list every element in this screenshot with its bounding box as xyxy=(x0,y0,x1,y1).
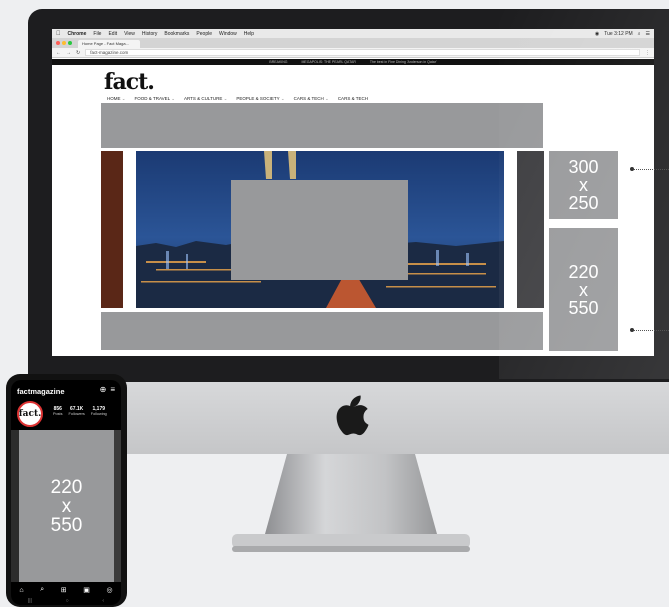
in-content-ad-placeholder[interactable] xyxy=(231,180,408,280)
stat-followers[interactable]: 67.1K Followers xyxy=(69,406,85,416)
sidebar-ad-300x250[interactable]: 300 x 250 xyxy=(549,151,618,219)
site-nav: HOME FOOD & TRAVEL ARTS & CULTURE PEOPLE… xyxy=(107,96,368,102)
mac-menubar:  Chrome File Edit View History Bookmark… xyxy=(52,29,654,38)
stat-following[interactable]: 1,179 Following xyxy=(91,406,107,416)
followers-label: Followers xyxy=(68,412,85,416)
callout-line xyxy=(634,330,669,331)
imac-stand xyxy=(232,454,470,552)
close-window-button[interactable] xyxy=(56,41,60,45)
new-post-icon[interactable]: ⊞ xyxy=(61,586,67,594)
window-controls xyxy=(56,41,72,45)
posts-label: Posts xyxy=(53,412,63,416)
url-field[interactable]: fact-magazine.com xyxy=(85,49,640,56)
app-bottom-nav: ⌂ ⌕ ⊞ ▣ ◎ xyxy=(11,584,121,596)
menu-bookmarks[interactable]: Bookmarks xyxy=(164,31,189,37)
back-icon[interactable]: ‹ xyxy=(102,598,104,604)
menu-people[interactable]: People xyxy=(196,31,212,37)
phone-ad-220x550[interactable]: 220 x 550 xyxy=(19,430,114,582)
back-arrow-icon[interactable]: ← xyxy=(56,50,61,56)
nav-home[interactable]: HOME xyxy=(107,96,126,102)
menu-history[interactable]: History xyxy=(142,31,158,37)
menu-chrome[interactable]: Chrome xyxy=(68,31,87,37)
browser-tab[interactable]: Home Page - Fact Maga... xyxy=(78,40,140,48)
nav-food-travel[interactable]: FOOD & TRAVEL xyxy=(135,96,175,102)
home-icon[interactable]: ⌂ xyxy=(19,587,23,594)
forward-arrow-icon[interactable]: → xyxy=(66,50,71,56)
profile-stats: 856 Posts 67.1K Followers 1,179 Followin… xyxy=(53,406,107,416)
nav-people-society[interactable]: PEOPLE & SOCIETY xyxy=(236,96,284,102)
site-logo[interactable]: fact. xyxy=(104,69,155,95)
menu-edit[interactable]: Edit xyxy=(108,31,117,37)
profile-icon[interactable]: ◎ xyxy=(107,586,113,594)
breaking-label: BREAKING xyxy=(269,60,288,64)
zoom-window-button[interactable] xyxy=(68,41,72,45)
ad-size-label: 220 x 550 xyxy=(568,261,599,318)
home-circle-icon[interactable]: ○ xyxy=(66,598,69,604)
apple-menu-icon[interactable]:  xyxy=(56,31,61,37)
menu-window[interactable]: Window xyxy=(219,31,237,37)
feed-grid-edge xyxy=(114,430,121,582)
breaking-headline[interactable]: MEGAPOLIS: THE PEARL QATAR xyxy=(302,60,356,64)
browser-tabbar: Home Page - Fact Maga... xyxy=(52,38,654,48)
reels-icon[interactable]: ▣ xyxy=(83,586,90,594)
carousel-next-slide[interactable] xyxy=(517,151,544,308)
profile-handle[interactable]: factmagazine xyxy=(17,387,65,396)
ad-size-label: 220 x 550 xyxy=(50,476,83,536)
reload-icon[interactable]: ↻ xyxy=(76,50,80,56)
android-nav-bar: ||| ○ ‹ xyxy=(11,596,121,605)
search-icon[interactable]: ⌕ xyxy=(638,31,641,37)
carousel-prev-slide[interactable] xyxy=(101,151,123,308)
stat-posts[interactable]: 856 Posts xyxy=(53,406,63,416)
recent-apps-icon[interactable]: ||| xyxy=(28,598,32,604)
add-post-icon[interactable]: ⊕ xyxy=(100,385,107,394)
following-label: Following xyxy=(90,412,107,416)
phone-screen: factmagazine ⊕ ≡ fact. 856 Posts 67.1K F… xyxy=(11,380,121,605)
menu-icon[interactable]: ≡ xyxy=(110,385,115,394)
apple-logo-icon xyxy=(332,392,370,438)
menu-help[interactable]: Help xyxy=(244,31,254,37)
extensions-icon[interactable]: ⋮ xyxy=(645,50,650,56)
browser-toolbar: ← → ↻ fact-magazine.com ⋮ xyxy=(52,48,654,58)
search-icon[interactable]: ⌕ xyxy=(40,586,44,594)
breaking-news-bar: BREAKING MEGAPOLIS: THE PEARL QATAR The … xyxy=(52,59,654,65)
feed-grid-edge xyxy=(11,430,19,582)
profile-actions: ⊕ ≡ xyxy=(100,385,115,394)
breaking-right-text[interactable]: The best in Fine Dining 'Anderson in Qat… xyxy=(370,60,437,64)
avatar[interactable]: fact. xyxy=(17,401,43,427)
ad-size-label: 300 x 250 xyxy=(568,157,599,213)
wifi-icon[interactable]: ◉ xyxy=(595,31,599,37)
minimize-window-button[interactable] xyxy=(62,41,66,45)
bottom-banner-ad-placeholder[interactable] xyxy=(101,312,543,350)
leaderboard-ad-placeholder[interactable] xyxy=(101,103,543,148)
sidebar-ad-220x550[interactable]: 220 x 550 xyxy=(549,228,618,351)
nav-cars-tech-2[interactable]: CARS & TECH xyxy=(338,96,368,102)
menubar-clock[interactable]: Tue 3:12 PM xyxy=(604,31,632,37)
nav-arts-culture[interactable]: ARTS & CULTURE xyxy=(184,96,227,102)
imac-screen:  Chrome File Edit View History Bookmark… xyxy=(52,29,654,356)
callout-line xyxy=(634,169,669,170)
menu-file[interactable]: File xyxy=(93,31,101,37)
nav-cars-tech[interactable]: CARS & TECH xyxy=(294,96,329,102)
menu-view[interactable]: View xyxy=(124,31,135,37)
menu-list-icon[interactable]: ☰ xyxy=(646,31,650,37)
